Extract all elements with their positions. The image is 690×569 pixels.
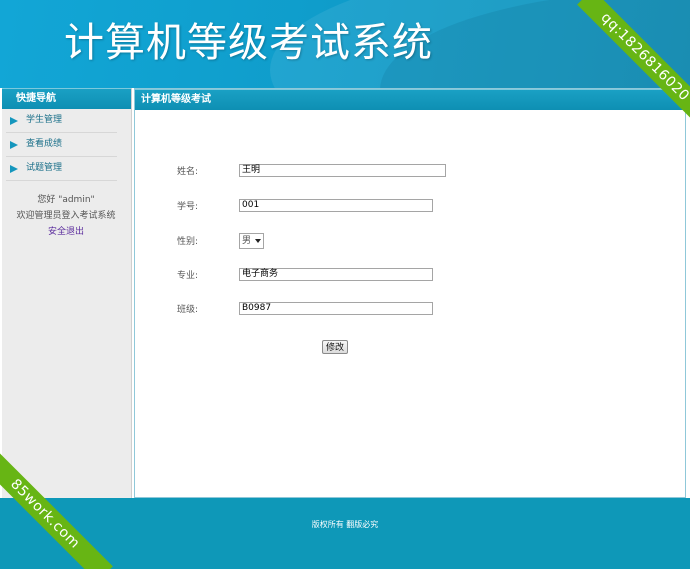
user-info: 您好 "admin" 欢迎管理员登入考试系统 安全退出: [2, 192, 130, 240]
user-greeting: 您好 "admin": [37, 195, 95, 205]
sidebar-title: 快捷导航: [2, 88, 131, 109]
sidebar-item-label: 查看成绩: [26, 139, 63, 149]
sidebar-item-question-management[interactable]: 试题管理: [6, 157, 117, 181]
class-label: 班级:: [177, 305, 199, 315]
modify-button[interactable]: 修改: [322, 340, 349, 354]
arrow-right-icon: [10, 116, 18, 125]
class-input[interactable]: B0987: [239, 302, 433, 315]
major-input[interactable]: 电子商务: [239, 268, 433, 281]
name-input[interactable]: 王明: [239, 164, 446, 177]
main-panel-title: 计算机等级考试: [135, 89, 685, 110]
student-id-input[interactable]: 001: [239, 199, 433, 212]
sidebar: 快捷导航 学生管理 查看成绩 试题管理 您好 "admin" 欢迎管理员登入考试…: [2, 88, 132, 498]
sidebar-item-view-scores[interactable]: 查看成绩: [6, 133, 117, 157]
arrow-right-icon: [10, 164, 18, 173]
student-id-label: 学号:: [177, 202, 199, 212]
name-label: 姓名:: [177, 167, 199, 177]
gender-select[interactable]: 男: [239, 233, 265, 249]
major-label: 专业:: [177, 271, 199, 281]
dropdown-caret-icon: [255, 239, 262, 243]
sidebar-item-label: 试题管理: [26, 163, 63, 173]
gender-selected-value: 男: [242, 236, 252, 246]
sidebar-item-label: 学生管理: [26, 115, 63, 125]
site-title: 计算机等级考试系统: [64, 20, 433, 66]
welcome-text: 欢迎管理员登入考试系统: [16, 211, 116, 221]
arrow-right-icon: [10, 140, 18, 149]
gender-label: 性别:: [177, 237, 199, 247]
logout-link[interactable]: 安全退出: [48, 227, 84, 237]
page: 计算机等级考试系统 快捷导航 学生管理 查看成绩 试题管理 您好 "admin"…: [0, 0, 690, 569]
sidebar-item-student-management[interactable]: 学生管理: [6, 109, 117, 133]
main-panel: 计算机等级考试 姓名: 王明 学号: 001 性别: 男 专业: 电子商务 班级…: [134, 88, 686, 498]
